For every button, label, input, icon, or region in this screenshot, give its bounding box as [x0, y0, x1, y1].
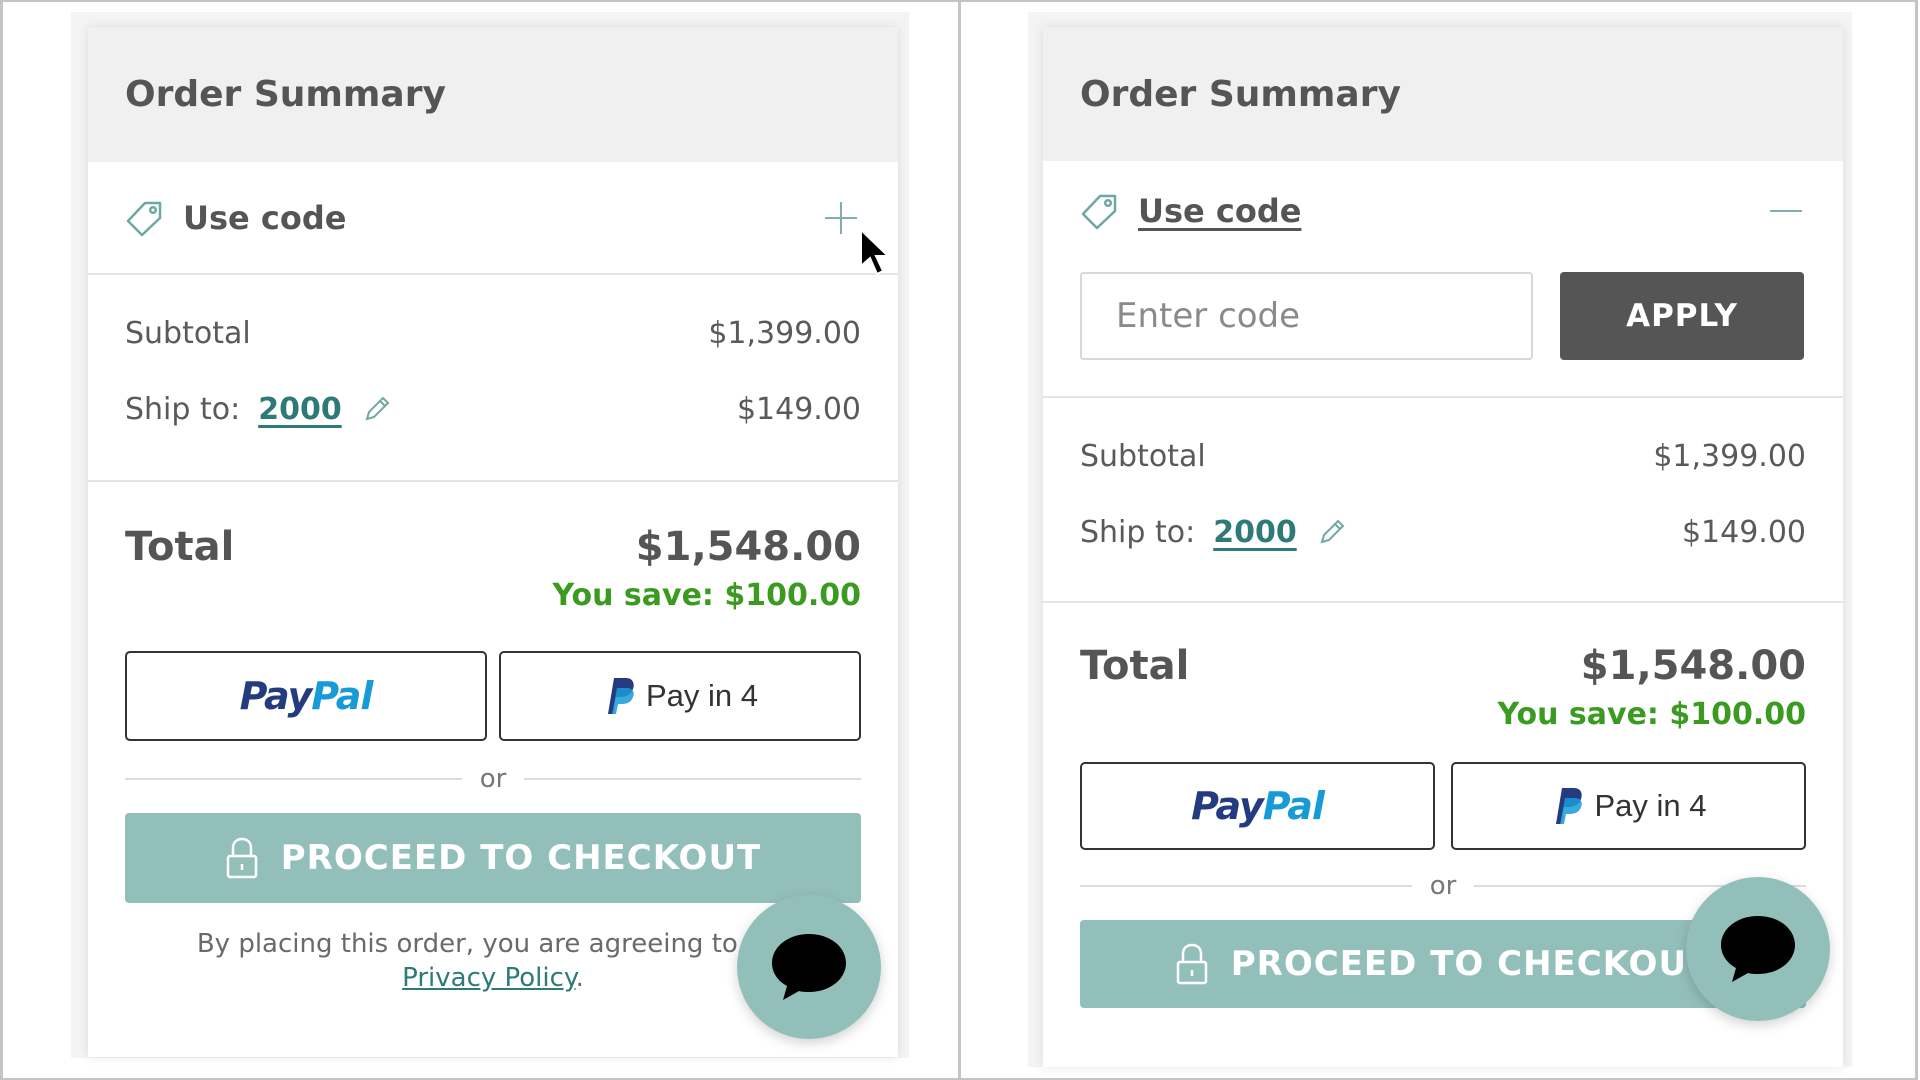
or-label: or: [479, 764, 507, 794]
subtotal-label: Subtotal: [125, 315, 251, 351]
chat-bubble-icon: [772, 934, 846, 1000]
express-pay-row: PayPal Pay in 4: [125, 651, 861, 741]
pay-in-4-label: Pay in 4: [645, 678, 758, 713]
line-items: Subtotal $1,399.00 Ship to: 2000 $149.00: [88, 275, 898, 482]
subtotal-row: Subtotal $1,399.00: [125, 297, 861, 369]
total-value: $1,548.00: [635, 524, 861, 570]
use-code-label: Use code: [1138, 192, 1302, 230]
total-value: $1,548.00: [1580, 643, 1806, 689]
chat-bubble-icon: [1721, 916, 1795, 982]
pencil-icon[interactable]: [1317, 517, 1347, 547]
paypal-logo: PayPal: [239, 674, 374, 718]
total-label: Total: [1080, 643, 1190, 689]
ship-zip-link[interactable]: 2000: [1213, 515, 1297, 550]
minus-icon[interactable]: [1766, 191, 1806, 231]
paypal-logo-pal: Pal: [311, 674, 373, 718]
tag-icon: [126, 201, 162, 236]
page-title: Order Summary: [125, 74, 446, 115]
proceed-to-checkout-button[interactable]: PROCEED TO CHECKOUT: [125, 813, 861, 903]
terms-end: .: [575, 963, 584, 993]
subtotal-value: $1,399.00: [1653, 438, 1806, 474]
ship-to-group: Ship to: 2000: [1080, 515, 1347, 550]
pay-in-4-button[interactable]: Pay in 4: [1451, 762, 1806, 850]
ship-zip-link[interactable]: 2000: [258, 392, 342, 427]
paypal-logo-pal: Pal: [1262, 784, 1325, 828]
chat-button[interactable]: [737, 895, 881, 1039]
shipping-row: Ship to: 2000 $149.00: [125, 369, 861, 449]
divider-rule: [1080, 885, 1412, 887]
apply-code-button[interactable]: APPLY: [1560, 271, 1804, 360]
or-divider: or: [125, 759, 862, 799]
use-code-toggle-row[interactable]: Use code: [88, 162, 898, 275]
pay-in-4-button[interactable]: Pay in 4: [499, 651, 861, 741]
subtotal-row: Subtotal $1,399.00: [1080, 420, 1806, 492]
paypal-logo-pay: Pay: [1191, 784, 1264, 828]
subtotal-label: Subtotal: [1080, 438, 1206, 474]
tag-icon: [1081, 194, 1117, 230]
terms-sentence: By placing this order, you are agreeing …: [196, 929, 790, 959]
pay-in-4-label: Pay in 4: [1594, 788, 1707, 823]
total-row: Total $1,548.00: [125, 524, 861, 570]
total-label: Total: [125, 524, 235, 570]
ship-to-group: Ship to: 2000: [125, 392, 392, 427]
paypal-logo-pay: Pay: [239, 674, 313, 718]
ship-to-label: Ship to:: [1080, 514, 1196, 550]
right-screenshot-panel: Order Summary Use code APPLY Subtotal $1…: [958, 0, 1918, 1080]
checkout-label: PROCEED TO CHECKOUT: [1230, 944, 1712, 984]
savings-text: You save: $100.00: [552, 578, 861, 613]
shipping-row: Ship to: 2000 $149.00: [1080, 492, 1806, 572]
checkout-label: PROCEED TO CHECKOUT: [280, 838, 762, 878]
plus-icon[interactable]: [821, 198, 861, 238]
or-divider: or: [1080, 866, 1807, 906]
paypal-p-icon: [1556, 788, 1583, 824]
paypal-p-icon: [607, 678, 634, 714]
mouse-cursor-icon: [860, 228, 891, 276]
lock-icon: [1176, 943, 1207, 985]
page-title: Order Summary: [1080, 73, 1401, 115]
card-header: Order Summary: [88, 27, 898, 162]
subtotal-value: $1,399.00: [708, 315, 861, 351]
ship-to-label: Ship to:: [125, 391, 241, 427]
paypal-button[interactable]: PayPal: [1080, 762, 1435, 850]
divider-rule: [125, 778, 462, 780]
lock-icon: [226, 837, 257, 879]
pencil-icon[interactable]: [362, 394, 392, 424]
privacy-policy-link[interactable]: Privacy Policy: [402, 963, 575, 993]
paypal-logo: PayPal: [1191, 784, 1325, 828]
savings-text: You save: $100.00: [1497, 697, 1806, 732]
left-screenshot-panel: Order Summary Use code Subtotal $1,399.0…: [0, 0, 960, 1080]
total-row: Total $1,548.00: [1080, 643, 1806, 689]
divider-rule: [524, 778, 862, 780]
promo-code-input[interactable]: [1080, 271, 1533, 360]
pay-in-4-content: Pay in 4: [602, 676, 758, 716]
promo-code-form: APPLY: [1043, 261, 1843, 398]
use-code-toggle-row[interactable]: Use code: [1043, 161, 1843, 261]
express-pay-row: PayPal Pay in 4: [1080, 762, 1806, 850]
line-items: Subtotal $1,399.00 Ship to: 2000 $149.00: [1043, 398, 1843, 603]
chat-button[interactable]: [1686, 877, 1830, 1021]
shipping-value: $149.00: [1681, 514, 1806, 550]
pay-in-4-content: Pay in 4: [1550, 786, 1707, 826]
or-label: or: [1429, 871, 1457, 901]
shipping-value: $149.00: [736, 391, 861, 427]
card-header: Order Summary: [1043, 27, 1843, 161]
use-code-label: Use code: [183, 198, 347, 237]
paypal-button[interactable]: PayPal: [125, 651, 487, 741]
